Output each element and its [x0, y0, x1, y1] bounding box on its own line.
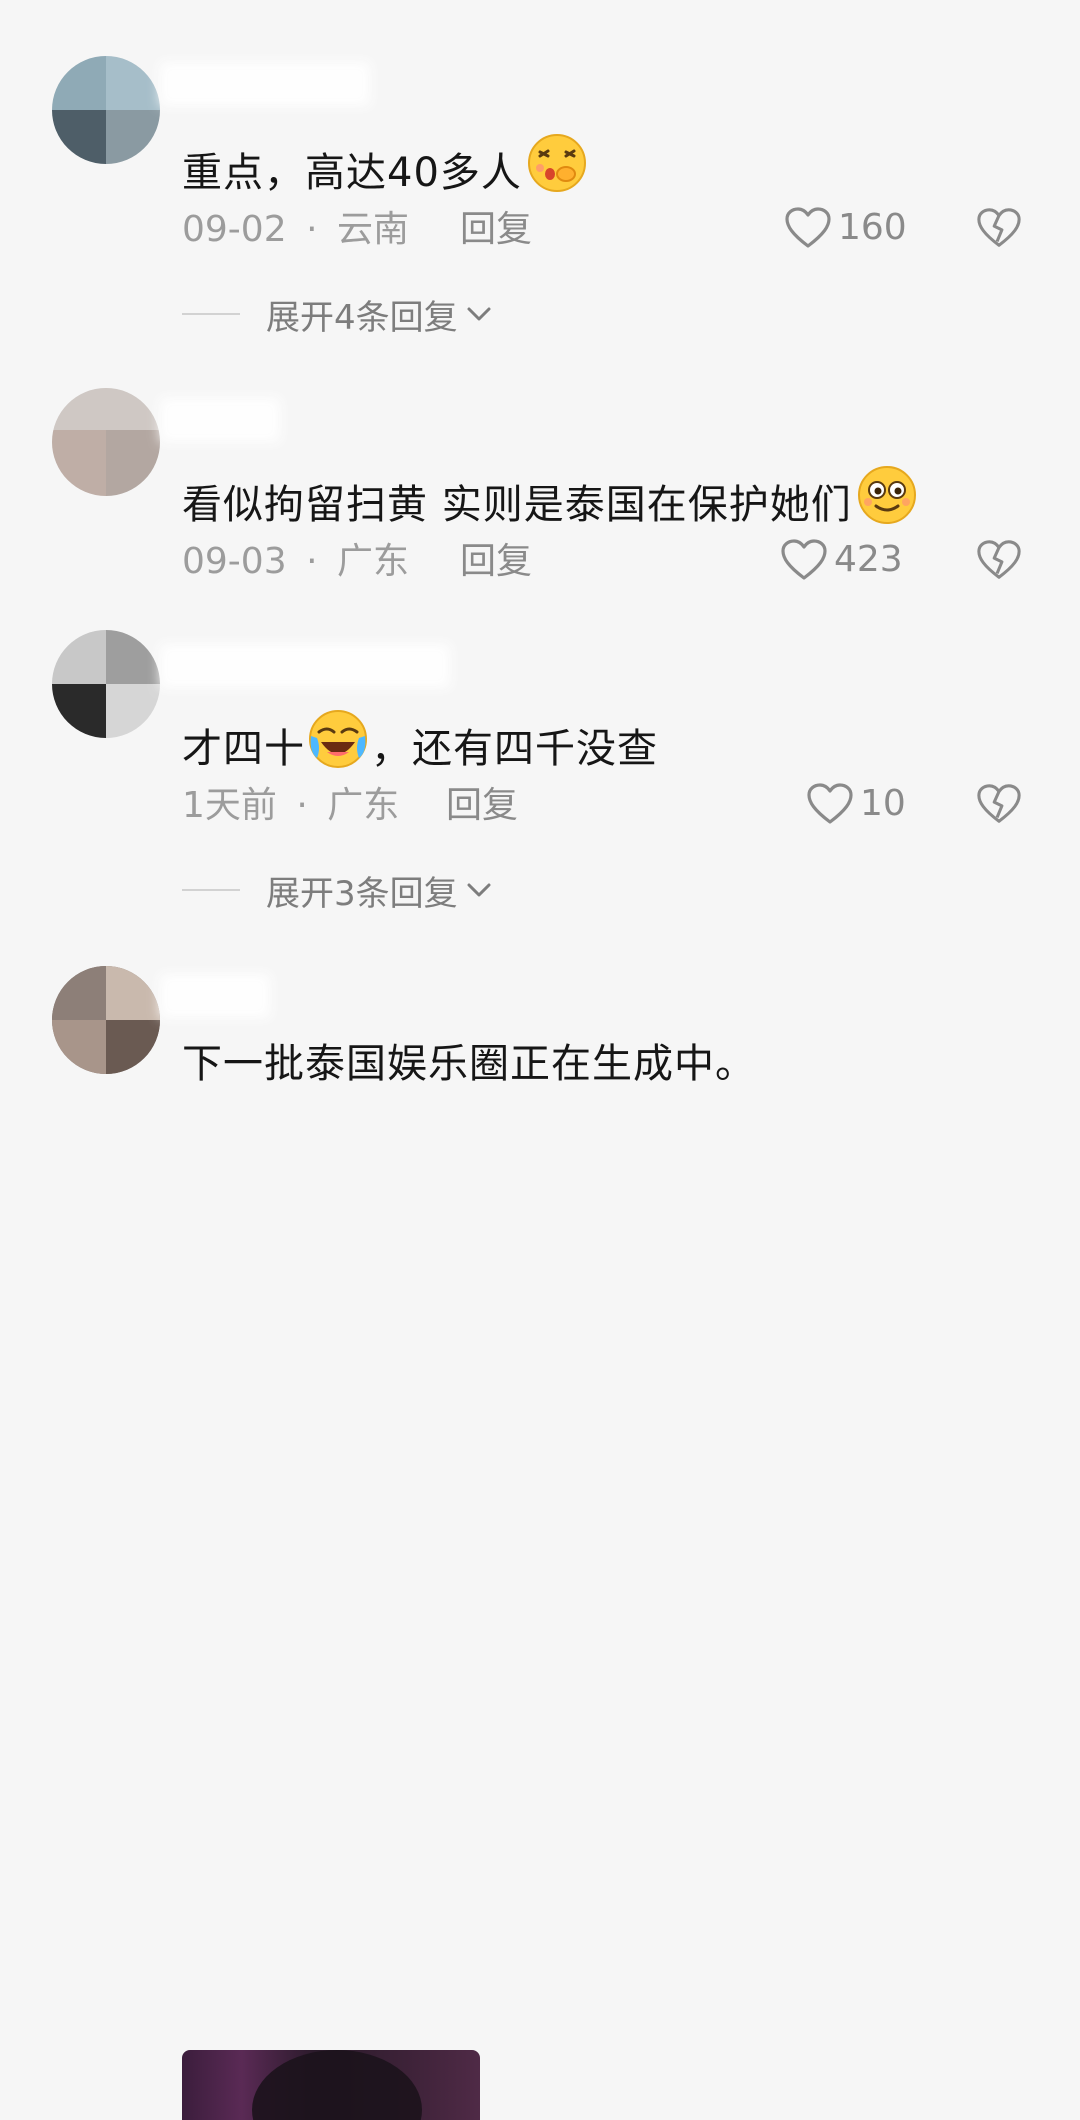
chevron-down-icon: [467, 307, 491, 321]
comment-meta: 09-03 · 广东: [182, 540, 409, 584]
username-blurred[interactable]: [160, 974, 270, 1018]
like-count: 160: [838, 207, 907, 248]
comment-location: 云南: [336, 209, 409, 250]
heart-outline-icon: [785, 207, 831, 248]
comment-item: 下一批泰国娱乐圈正在生成中。: [0, 940, 1080, 2120]
reply-button[interactable]: 回复: [460, 540, 532, 584]
image-content: [252, 2050, 422, 2120]
comment-location: 广东: [327, 785, 400, 826]
username-blurred[interactable]: [160, 62, 370, 106]
shush-face-emoji: [526, 132, 588, 205]
avatar[interactable]: [52, 966, 160, 1074]
expand-divider: [182, 313, 240, 315]
comment-item: 看似拘留扫黄 实则是泰国在保护她们 09-03 · 广东 回复 423: [0, 360, 1080, 600]
comment-meta: 1天前 · 广东: [182, 784, 399, 828]
avatar[interactable]: [52, 388, 160, 496]
like-count: 10: [860, 783, 906, 824]
comment-text: 下一批泰国娱乐圈正在生成中。: [182, 1041, 756, 1087]
avatar[interactable]: [52, 630, 160, 738]
comment-image[interactable]: [182, 2050, 480, 2120]
comment-item: 才四十 ，还有四千没查 1天前 · 广东 回复 10 展开3条回复: [0, 600, 1080, 940]
expand-label: 展开4条回复: [266, 297, 458, 338]
like-button[interactable]: 423: [780, 538, 903, 582]
like-count: 423: [834, 539, 903, 580]
broken-heart-icon[interactable]: [976, 206, 1022, 250]
expand-label: 展开3条回复: [266, 873, 458, 914]
username-blurred[interactable]: [160, 398, 280, 442]
comment-date: 09-02: [182, 209, 287, 250]
username-blurred[interactable]: [160, 644, 450, 688]
comment-item: 重点，高达40多人 09-02 · 云南 回复 160 展开4条回复: [0, 0, 1080, 360]
broken-heart-icon[interactable]: [976, 782, 1022, 826]
expand-replies-button[interactable]: 展开4条回复: [182, 292, 494, 338]
laughing-crying-emoji: [307, 708, 369, 781]
avatar[interactable]: [52, 56, 160, 164]
like-button[interactable]: 10: [806, 782, 906, 826]
comment-date: 1天前: [182, 785, 277, 826]
heart-outline-icon: [807, 783, 853, 824]
broken-heart-icon[interactable]: [976, 538, 1022, 582]
comment-meta: 09-02 · 云南: [182, 208, 409, 252]
meta-separator: ·: [296, 785, 308, 826]
smiling-face-emoji: [856, 464, 918, 537]
expand-replies-button[interactable]: 展开3条回复: [182, 868, 494, 914]
comment-date: 09-03: [182, 541, 287, 582]
comment-location: 广东: [336, 541, 409, 582]
comment-text: 重点，高达40多人: [182, 132, 588, 205]
reply-button[interactable]: 回复: [460, 208, 532, 252]
comment-text: 看似拘留扫黄 实则是泰国在保护她们: [182, 464, 918, 537]
comment-text: 才四十 ，还有四千没查: [182, 708, 658, 781]
expand-divider: [182, 889, 240, 891]
chevron-down-icon: [467, 883, 491, 897]
like-button[interactable]: 160: [784, 206, 907, 250]
reply-button[interactable]: 回复: [446, 784, 518, 828]
meta-separator: ·: [306, 209, 318, 250]
meta-separator: ·: [306, 541, 318, 582]
heart-outline-icon: [781, 539, 827, 580]
